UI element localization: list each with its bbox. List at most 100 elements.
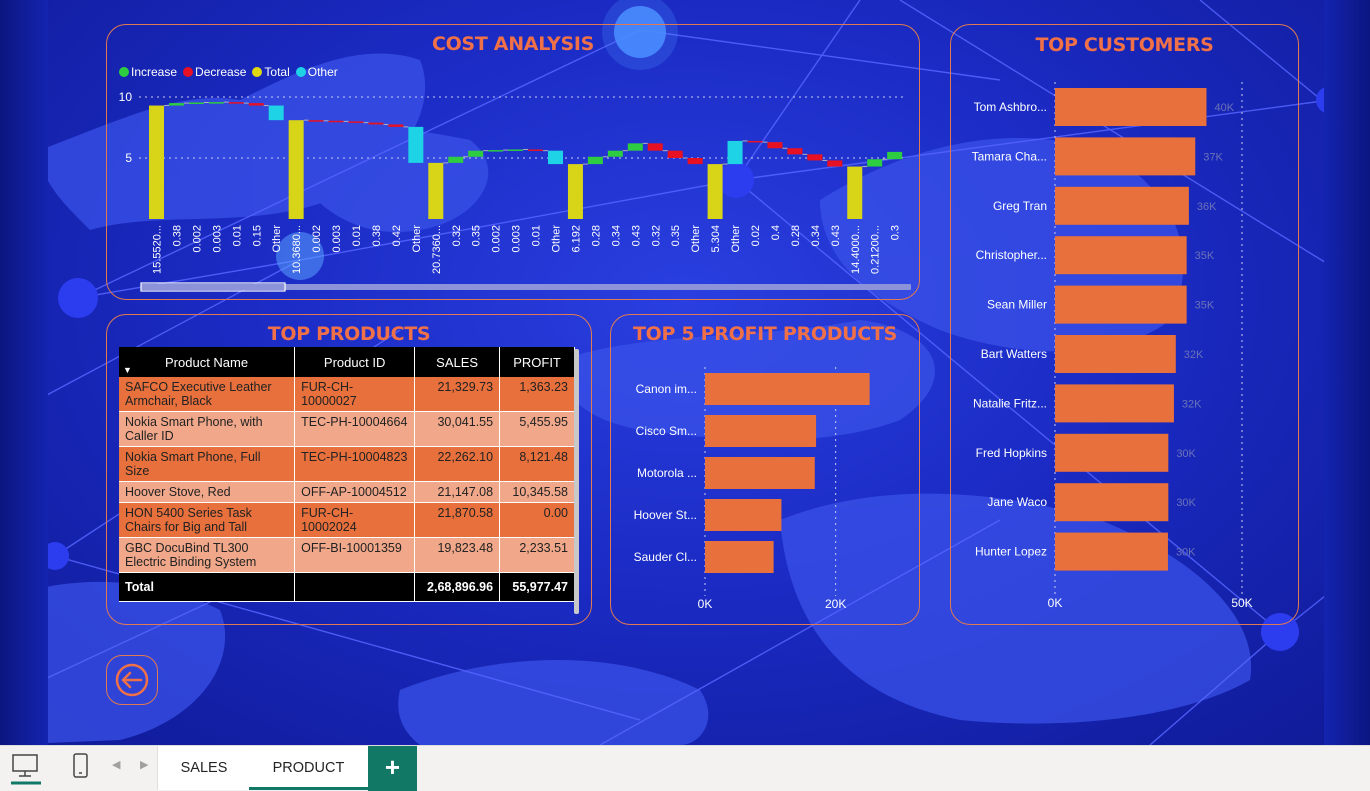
desktop-view-button[interactable] <box>10 752 42 786</box>
waterfall-bar-decrease[interactable] <box>787 148 803 155</box>
chart-scroll-track[interactable] <box>141 284 911 290</box>
bar[interactable] <box>1055 433 1169 472</box>
top-products-panel[interactable]: TOP PRODUCTS Product Name ▼ Product ID SA… <box>106 314 592 625</box>
cost-analysis-panel[interactable]: COST ANALYSIS Increase Decrease Total Ot… <box>106 24 920 300</box>
legend-increase[interactable]: Increase <box>119 65 177 79</box>
legend-other[interactable]: Other <box>295 65 338 79</box>
top5-profit-chart[interactable]: 0K 20K Canon im... Cisco Sm... Motorola ... H… <box>611 355 919 615</box>
col-header-sales[interactable]: SALES <box>414 347 501 377</box>
waterfall-chart[interactable]: 10 5 15.5520... 0.38 0.002 0.003 0.01 0.15 Other… <box>107 85 919 297</box>
waterfall-bar-total[interactable] <box>707 164 723 219</box>
waterfall-bar-decrease[interactable] <box>308 120 324 122</box>
add-page-button[interactable]: + <box>368 746 417 791</box>
waterfall-bar-decrease[interactable] <box>687 158 703 165</box>
bar[interactable] <box>705 499 782 531</box>
waterfall-bar-decrease[interactable] <box>528 149 544 151</box>
waterfall-bar-decrease[interactable] <box>368 122 384 125</box>
waterfall-bar-increase[interactable] <box>587 156 603 165</box>
waterfall-bar-decrease[interactable] <box>767 142 783 149</box>
legend-decrease[interactable]: Decrease <box>183 65 246 79</box>
x-tick-label: 14.4000... <box>850 225 862 274</box>
tab-product[interactable]: PRODUCT <box>249 746 369 790</box>
table-row[interactable]: Hoover Stove, Red OFF-AP-10004512 21,147.0… <box>119 481 575 503</box>
mobile-view-button[interactable] <box>70 752 92 782</box>
category-label: Canon im... <box>636 382 697 396</box>
waterfall-bar-increase[interactable] <box>208 102 224 104</box>
waterfall-bar-increase[interactable] <box>168 103 184 106</box>
col-header-product-name[interactable]: Product Name ▼ <box>119 347 296 377</box>
bar[interactable] <box>705 373 870 405</box>
bar[interactable] <box>1055 483 1169 522</box>
bar[interactable] <box>1055 285 1187 324</box>
bar[interactable] <box>1055 88 1207 126</box>
waterfall-bar-decrease[interactable] <box>827 160 843 167</box>
x-tick-label: 0.003 <box>511 225 523 253</box>
waterfall-bar-increase[interactable] <box>887 151 903 160</box>
bar[interactable] <box>705 457 815 489</box>
waterfall-bar-total[interactable] <box>288 120 304 219</box>
legend-total-dot <box>252 67 263 77</box>
table-total-row: Total 2,68,896.96 55,977.47 <box>119 572 575 602</box>
waterfall-bar-other[interactable] <box>268 105 284 121</box>
waterfall-bar-decrease[interactable] <box>647 143 663 151</box>
waterfall-bar-increase[interactable] <box>607 150 623 157</box>
waterfall-bar-total[interactable] <box>847 166 863 219</box>
waterfall-bar-total[interactable] <box>428 162 444 219</box>
data-label: 30K <box>1176 497 1196 509</box>
table-row[interactable]: Nokia Smart Phone, with Caller ID TEC-PH-… <box>119 411 575 447</box>
waterfall-bar-other[interactable] <box>548 150 563 165</box>
legend-total[interactable]: Total <box>252 65 290 79</box>
waterfall-bar-decrease[interactable] <box>348 121 364 123</box>
table-row[interactable]: HON 5400 Series Task Chairs for Big and … <box>119 502 575 538</box>
table-scrollbar[interactable] <box>574 349 579 614</box>
waterfall-bar-decrease[interactable] <box>248 103 264 106</box>
category-label: Motorola ... <box>637 466 697 480</box>
waterfall-bar-increase[interactable] <box>488 150 504 152</box>
top-customers-chart[interactable]: 0K 50K Tom Ashbro... 40K Tamara Cha... 37K Gre… <box>951 65 1298 620</box>
waterfall-bar-decrease[interactable] <box>388 124 404 127</box>
waterfall-bar-decrease[interactable] <box>667 150 683 158</box>
waterfall-bar-increase[interactable] <box>627 143 643 151</box>
waterfall-bar-increase[interactable] <box>468 150 484 157</box>
table-row[interactable]: SAFCO Executive Leather Armchair, Black F… <box>119 377 575 412</box>
waterfall-bar-decrease[interactable] <box>747 140 763 143</box>
table-row[interactable]: Nokia Smart Phone, Full Size TEC-PH-10004… <box>119 446 575 482</box>
legend-increase-dot <box>119 67 129 77</box>
col-header-product-id[interactable]: Product ID <box>294 347 416 377</box>
waterfall-bar-increase[interactable] <box>508 149 524 151</box>
waterfall-bar-decrease[interactable] <box>328 120 344 123</box>
waterfall-bar-other[interactable] <box>727 140 743 165</box>
cell-profit: 2,233.51 <box>499 537 575 573</box>
next-page-icon[interactable]: ▶ <box>140 758 148 771</box>
bar[interactable] <box>1055 186 1189 225</box>
tab-sales[interactable]: SALES <box>157 746 251 790</box>
waterfall-bar-increase[interactable] <box>448 156 464 163</box>
top-products-table[interactable]: Product Name ▼ Product ID SALES PROFIT SA… <box>119 347 575 602</box>
cell-product-id: OFF-BI-10001359 <box>294 537 416 573</box>
waterfall-bar-decrease[interactable] <box>807 154 823 161</box>
bar[interactable] <box>1055 384 1174 423</box>
waterfall-bar-other[interactable] <box>408 126 424 163</box>
category-label: Tamara Cha... <box>972 149 1047 163</box>
bar[interactable] <box>1055 236 1187 275</box>
waterfall-bar-increase[interactable] <box>867 159 883 167</box>
bar[interactable] <box>705 415 817 447</box>
back-button[interactable] <box>106 655 158 705</box>
bar[interactable] <box>1055 335 1176 373</box>
waterfall-bar-total[interactable] <box>567 164 583 219</box>
bar[interactable] <box>1055 532 1168 571</box>
cell-sales: 21,147.08 <box>414 481 501 503</box>
sort-desc-icon[interactable]: ▼ <box>123 365 132 375</box>
bar[interactable] <box>705 541 774 573</box>
top5-profit-panel[interactable]: TOP 5 PROFIT PRODUCTS 0K 20K Canon im... Ci… <box>610 314 920 625</box>
prev-page-icon[interactable]: ◀ <box>112 758 120 771</box>
waterfall-bar-total[interactable] <box>149 105 164 219</box>
category-label: Hunter Lopez <box>975 545 1047 559</box>
col-header-profit[interactable]: PROFIT <box>499 347 575 377</box>
bar[interactable] <box>1055 137 1196 176</box>
table-row[interactable]: GBC DocuBind TL300 Electric Binding Syst… <box>119 537 575 573</box>
top-customers-panel[interactable]: TOP CUSTOMERS 0K 50K Tom Ashbro... 40K Tamar… <box>950 24 1299 625</box>
x-tick-label: 50K <box>1231 596 1252 610</box>
waterfall-bar-decrease[interactable] <box>228 102 244 104</box>
waterfall-bar-increase[interactable] <box>188 102 204 104</box>
